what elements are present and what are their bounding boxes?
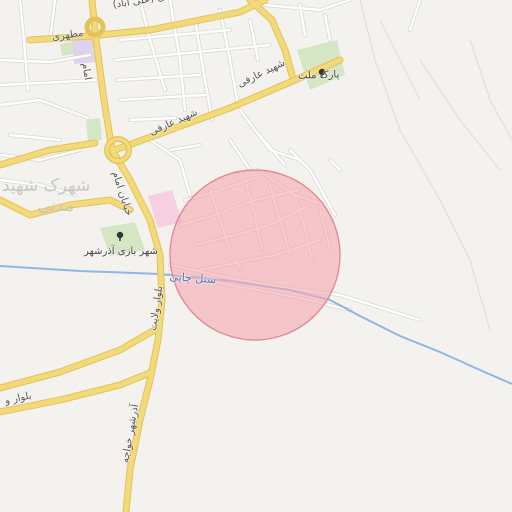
green-area-left xyxy=(86,118,102,142)
area-label-line1: شهرک شهید xyxy=(2,176,91,196)
map-view[interactable]: شهید مدنی (علی آباد) مطهری امام شهید عار… xyxy=(0,0,512,512)
poi-label-park-mellat[interactable]: پارک ملت xyxy=(298,69,340,81)
poi-label-shahr-bazi[interactable]: شهر بازی آذرشهر xyxy=(84,246,158,257)
area-label-shahrak-shahid-madani: شهرک شهید مدنی xyxy=(2,176,91,216)
area-label-line2: مدنی xyxy=(37,196,74,216)
search-radius-circle[interactable] xyxy=(169,169,341,341)
